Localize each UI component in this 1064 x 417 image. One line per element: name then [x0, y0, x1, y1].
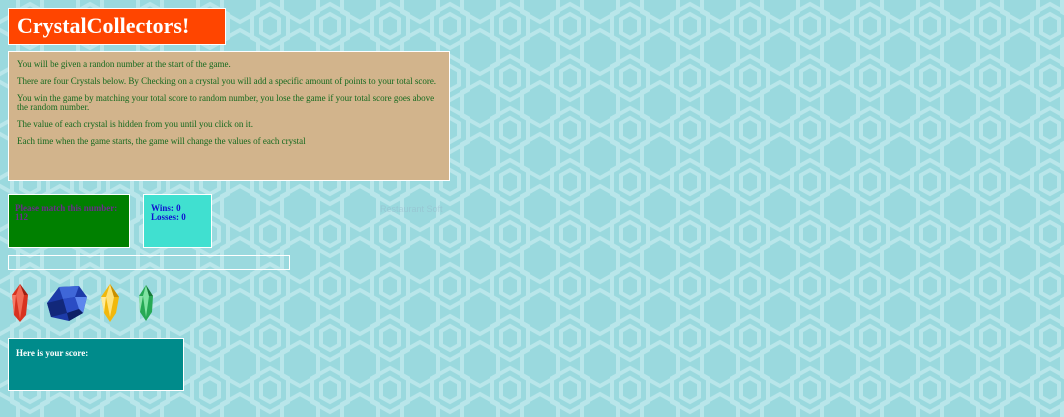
game-title: CrystalCollectors!: [8, 8, 226, 45]
score-box: Here is your score:: [8, 338, 184, 391]
rule-text: Each time when the game starts, the game…: [17, 136, 306, 146]
stats-box: Wins: 0 Losses: 0: [143, 194, 212, 248]
rule-text: You win the game by matching your total …: [17, 93, 435, 112]
message-bar: [8, 255, 290, 270]
red-crystal[interactable]: [10, 283, 30, 323]
rule-text: You will be given a randon number at the…: [17, 59, 231, 69]
rules-panel: You will be given a randon number at the…: [8, 51, 450, 181]
watermark-text: Restaurant Soft: [380, 204, 443, 214]
target-number-box: Please match this number: 112: [8, 194, 130, 248]
rule-text: There are four Crystals below. By Checki…: [17, 76, 437, 86]
yellow-crystal[interactable]: [99, 283, 121, 323]
blue-crystal[interactable]: [45, 283, 89, 323]
losses-count: Losses: 0: [151, 212, 186, 222]
rule-text: The value of each crystal is hidden from…: [17, 119, 253, 129]
score-label: Here is your score:: [16, 348, 89, 358]
green-crystal[interactable]: [137, 283, 155, 323]
target-number-text: Please match this number: 112: [15, 203, 118, 222]
